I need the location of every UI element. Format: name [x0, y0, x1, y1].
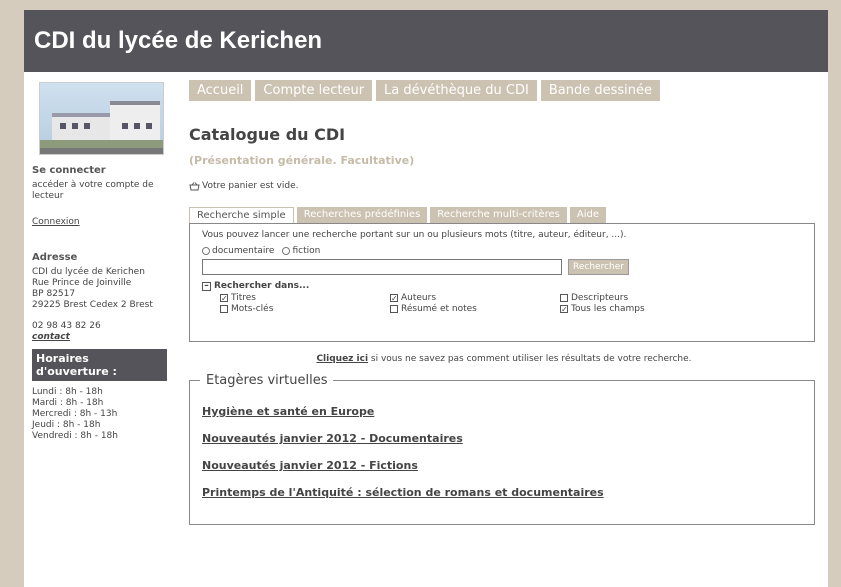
search-in-label: Rechercher dans...: [214, 281, 310, 291]
search-row: Rechercher: [202, 259, 802, 275]
help-line: Cliquez ici si vous ne savez pas comment…: [189, 354, 819, 364]
shelf-link[interactable]: Printemps de l'Antiquité : sélection de …: [202, 486, 802, 499]
address-line: CDI du lycée de Kerichen: [32, 267, 145, 277]
page-subtitle: (Présentation générale. Facultative): [189, 154, 415, 167]
radio-icon: [282, 246, 291, 255]
tab-aide[interactable]: Aide: [569, 207, 606, 223]
search-panel: Vous pouvez lancer une recherche portant…: [189, 223, 815, 342]
field-checkbox[interactable]: ✓ Titres: [220, 293, 390, 303]
site-header: CDI du lycée de Kerichen: [24, 10, 828, 72]
search-intro: Vous pouvez lancer une recherche portant…: [202, 230, 627, 240]
school-photo: [39, 82, 164, 155]
nav-accueil[interactable]: Accueil: [189, 80, 252, 101]
hours-heading: Horaires d'ouverture :: [32, 349, 167, 381]
tab-recherche-multi-criteres[interactable]: Recherche multi-critères: [430, 207, 567, 223]
hours-line: Mardi : 8h - 18h: [32, 398, 104, 408]
login-heading: Se connecter: [32, 165, 106, 176]
hours-line: Jeudi : 8h - 18h: [32, 420, 101, 430]
field-checkbox[interactable]: ✓ Tous les champs: [560, 304, 730, 314]
search-in-toggle[interactable]: – Rechercher dans...: [202, 281, 802, 291]
address-line: Rue Prince de Joinville: [32, 278, 132, 288]
page: CDI du lycée de Kerichen Se connecter ac…: [24, 10, 828, 587]
checkbox-checked-icon: ✓: [220, 294, 228, 303]
address: CDI du lycée de Kerichen Rue Prince de J…: [32, 267, 172, 311]
phone: 02 98 43 82 26: [32, 321, 101, 331]
field-label: Mots-clés: [231, 304, 274, 314]
radio-fiction[interactable]: fiction: [282, 246, 320, 256]
help-text: si vous ne savez pas comment utiliser le…: [368, 354, 692, 364]
checkbox-icon: [220, 305, 228, 313]
address-line: 29225 Brest Cedex 2 Brest: [32, 300, 153, 310]
checkbox-icon: [560, 294, 568, 302]
nav-compte-lecteur[interactable]: Compte lecteur: [255, 80, 373, 101]
address-line: BP 82517: [32, 289, 76, 299]
hours-line: Vendredi : 8h - 18h: [32, 431, 118, 441]
tab-recherches-predefinies[interactable]: Recherches prédéfinies: [296, 207, 428, 223]
page-title: Catalogue du CDI: [189, 125, 346, 144]
radio-fiction-label: fiction: [292, 246, 321, 256]
tab-recherche-simple[interactable]: Recherche simple: [189, 207, 294, 223]
shelves-legend: Etagères virtuelles: [200, 373, 334, 388]
virtual-shelves: Etagères virtuelles Hygiène et santé en …: [189, 373, 815, 525]
help-link[interactable]: Cliquez ici: [316, 354, 368, 364]
field-label: Résumé et notes: [401, 304, 477, 314]
contact-link[interactable]: contact: [32, 332, 172, 343]
field-label: Tous les champs: [571, 304, 645, 314]
basket-icon: [189, 181, 200, 190]
field-checkbox[interactable]: Résumé et notes: [390, 304, 560, 314]
site-title[interactable]: CDI du lycée de Kerichen: [34, 27, 322, 55]
radio-documentaire[interactable]: documentaire: [202, 246, 274, 256]
checkbox-checked-icon: ✓: [390, 294, 398, 303]
collapse-icon: –: [202, 281, 211, 291]
hours-line: Lundi : 8h - 18h: [32, 387, 103, 397]
basket-text: Votre panier est vide.: [202, 181, 299, 191]
field-checkbox[interactable]: Descripteurs: [560, 293, 730, 303]
address-heading: Adresse: [32, 252, 78, 263]
radio-documentaire-label: documentaire: [212, 246, 275, 256]
field-checkbox[interactable]: ✓ Auteurs: [390, 293, 560, 303]
login-text: accéder à votre compte de lecteur: [32, 180, 154, 201]
shelf-link[interactable]: Hygiène et santé en Europe: [202, 405, 802, 418]
nav-devetheque[interactable]: La dévéthèque du CDI: [376, 80, 537, 101]
field-label: Descripteurs: [571, 293, 629, 303]
main-content: Accueil Compte lecteur La dévéthèque du …: [189, 80, 819, 525]
nav-bande-dessinee[interactable]: Bande dessinée: [540, 80, 660, 101]
hours-list: Lundi : 8h - 18h Mardi : 8h - 18h Mercre…: [32, 387, 172, 442]
hours-line: Mercredi : 8h - 13h: [32, 409, 118, 419]
sidebar: Se connecter accéder à votre compte de l…: [32, 82, 172, 442]
login-link[interactable]: Connexion: [32, 217, 172, 228]
field-label: Titres: [231, 293, 256, 303]
search-input[interactable]: [202, 259, 562, 275]
doc-type-row: documentaire fiction: [202, 246, 802, 256]
field-label: Auteurs: [401, 293, 437, 303]
shelf-link[interactable]: Nouveautés janvier 2012 - Fictions: [202, 459, 802, 472]
shelf-link[interactable]: Nouveautés janvier 2012 - Documentaires: [202, 432, 802, 445]
field-checkbox[interactable]: Mots-clés: [220, 304, 390, 314]
search-tabs: Recherche simple Recherches prédéfinies …: [189, 207, 819, 223]
main-nav: Accueil Compte lecteur La dévéthèque du …: [189, 80, 819, 101]
checkbox-checked-icon: ✓: [560, 305, 568, 314]
search-fields: ✓ Titres ✓ Auteurs Descripteurs Mots-clés Résu…: [220, 293, 802, 314]
basket-status: Votre panier est vide.: [189, 181, 819, 191]
search-button[interactable]: Rechercher: [568, 259, 629, 275]
radio-icon: [202, 246, 210, 255]
checkbox-icon: [390, 305, 398, 313]
